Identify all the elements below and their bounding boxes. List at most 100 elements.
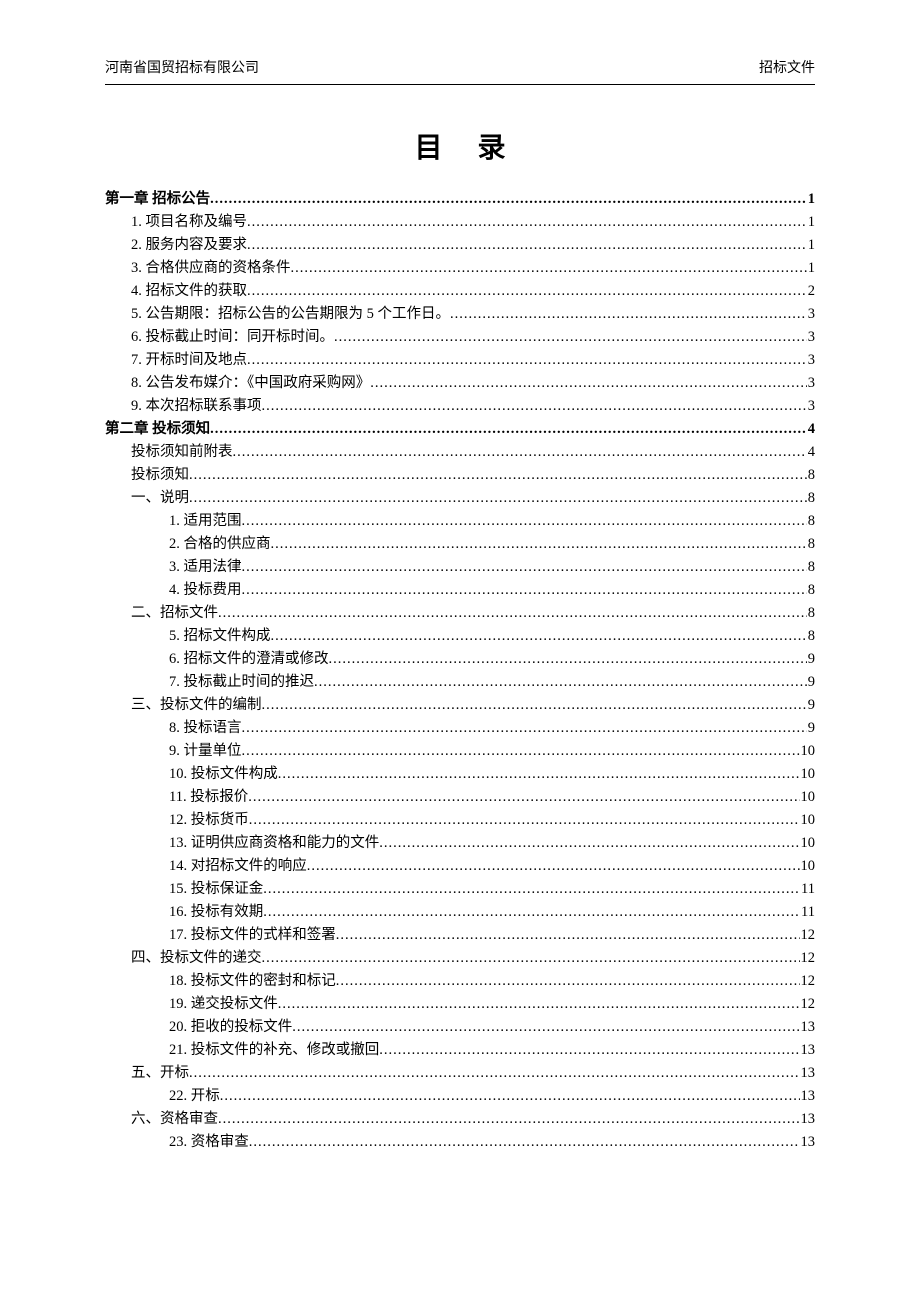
toc-entry[interactable]: 6. 投标截止时间：同开标时间。3: [105, 326, 815, 349]
header-right: 招标文件: [759, 58, 815, 80]
toc-leader: [220, 1085, 800, 1108]
toc-entry-label: 7. 开标时间及地点: [131, 349, 247, 372]
toc-entry-page: 12: [800, 993, 816, 1016]
toc-leader: [247, 234, 807, 257]
toc-leader: [210, 188, 807, 211]
toc-leader: [263, 878, 800, 901]
toc-leader: [247, 211, 807, 234]
toc-leader: [247, 349, 807, 372]
toc-entry[interactable]: 四、投标文件的递交 12: [105, 947, 815, 970]
toc-entry-label: 二、招标文件: [131, 602, 218, 625]
toc-entry-page: 10: [800, 832, 816, 855]
toc-leader: [379, 832, 799, 855]
toc-entry[interactable]: 15. 投标保证金11: [105, 878, 815, 901]
toc-entry[interactable]: 16. 投标有效期11: [105, 901, 815, 924]
toc-entry-label: 8. 公告发布媒介：《中国政府采购网》: [131, 372, 370, 395]
toc-entry[interactable]: 17. 投标文件的式样和签署12: [105, 924, 815, 947]
toc-entry-label: 投标须知前附表: [131, 441, 233, 464]
toc-entry-label: 4. 投标费用: [169, 579, 242, 602]
toc-entry[interactable]: 11. 投标报价10: [105, 786, 815, 809]
toc-entry-page: 10: [800, 855, 816, 878]
toc-entry[interactable]: 7. 开标时间及地点3: [105, 349, 815, 372]
toc-entry-page: 13: [800, 1131, 816, 1154]
toc-entry-page: 11: [800, 878, 815, 901]
toc-entry-label: 一、说明: [131, 487, 189, 510]
toc-leader: [370, 372, 807, 395]
toc-entry-label: 13. 证明供应商资格和能力的文件: [169, 832, 379, 855]
toc-entry[interactable]: 23. 资格审查13: [105, 1131, 815, 1154]
toc-entry-label: 22. 开标: [169, 1085, 220, 1108]
toc-entry[interactable]: 第二章 投标须知4: [105, 418, 815, 441]
toc-entry[interactable]: 10. 投标文件构成10: [105, 763, 815, 786]
toc-entry-page: 13: [800, 1085, 816, 1108]
toc-entry[interactable]: 6. 招标文件的澄清或修改9: [105, 648, 815, 671]
toc-entry[interactable]: 5. 招标文件构成 8: [105, 625, 815, 648]
toc-leader: [336, 970, 800, 993]
toc-entry[interactable]: 21. 投标文件的补充、修改或撤回13: [105, 1039, 815, 1062]
toc-entry-label: 21. 投标文件的补充、修改或撤回: [169, 1039, 379, 1062]
toc-entry[interactable]: 二、招标文件8: [105, 602, 815, 625]
toc-leader: [292, 1016, 799, 1039]
toc-entry[interactable]: 一、说明8: [105, 487, 815, 510]
toc-entry[interactable]: 13. 证明供应商资格和能力的文件 10: [105, 832, 815, 855]
toc-entry-page: 8: [807, 510, 815, 533]
toc-entry-page: 2: [807, 280, 815, 303]
toc-entry-label: 5. 公告期限：招标公告的公告期限为 5 个工作日。: [131, 303, 450, 326]
toc-entry[interactable]: 14. 对招标文件的响应10: [105, 855, 815, 878]
toc-entry-page: 12: [800, 924, 816, 947]
toc-entry-label: 12. 投标货币: [169, 809, 249, 832]
page-header: 河南省国贸招标有限公司 招标文件: [105, 58, 815, 85]
toc-entry[interactable]: 20. 拒收的投标文件13: [105, 1016, 815, 1039]
toc-entry[interactable]: 4. 招标文件的获取2: [105, 280, 815, 303]
toc-entry-page: 12: [800, 947, 816, 970]
toc-entry-page: 8: [807, 464, 815, 487]
toc-leader: [450, 303, 807, 326]
toc-entry[interactable]: 3. 合格供应商的资格条件1: [105, 257, 815, 280]
toc-entry-page: 8: [807, 625, 815, 648]
toc-entry[interactable]: 三、投标文件的编制9: [105, 694, 815, 717]
toc-entry[interactable]: 8. 公告发布媒介：《中国政府采购网》3: [105, 372, 815, 395]
toc-entry[interactable]: 4. 投标费用8: [105, 579, 815, 602]
toc-entry[interactable]: 五、开标13: [105, 1062, 815, 1085]
toc-entry-label: 1. 项目名称及编号: [131, 211, 247, 234]
toc-entry-label: 6. 招标文件的澄清或修改: [169, 648, 329, 671]
toc-entry-label: 6. 投标截止时间：同开标时间。: [131, 326, 334, 349]
toc-entry-page: 13: [800, 1108, 816, 1131]
toc-entry[interactable]: 18. 投标文件的密封和标记12: [105, 970, 815, 993]
toc-entry-label: 四、投标文件的递交: [131, 947, 262, 970]
toc-entry[interactable]: 9. 本次招标联系事项3: [105, 395, 815, 418]
toc-entry-label: 第一章 招标公告: [105, 188, 210, 211]
toc-entry[interactable]: 六、资格审查13: [105, 1108, 815, 1131]
toc-entry[interactable]: 5. 公告期限：招标公告的公告期限为 5 个工作日。 3: [105, 303, 815, 326]
toc-entry-page: 13: [800, 1016, 816, 1039]
toc-entry[interactable]: 1. 项目名称及编号1: [105, 211, 815, 234]
toc-entry[interactable]: 3. 适用法律8: [105, 556, 815, 579]
toc-entry[interactable]: 8. 投标语言9: [105, 717, 815, 740]
toc-entry-label: 7. 投标截止时间的推迟: [169, 671, 314, 694]
toc-entry-label: 三、投标文件的编制: [131, 694, 262, 717]
toc-leader: [249, 809, 800, 832]
toc-entry-page: 10: [800, 763, 816, 786]
toc-entry[interactable]: 2. 服务内容及要求1: [105, 234, 815, 257]
toc-leader: [278, 993, 800, 1016]
toc-entry[interactable]: 22. 开标 13: [105, 1085, 815, 1108]
toc-entry-page: 4: [807, 441, 815, 464]
toc-entry[interactable]: 7. 投标截止时间的推迟9: [105, 671, 815, 694]
toc-entry[interactable]: 9. 计量单位10: [105, 740, 815, 763]
toc-entry[interactable]: 1. 适用范围8: [105, 510, 815, 533]
toc-entry[interactable]: 19. 递交投标文件12: [105, 993, 815, 1016]
toc-leader: [242, 740, 800, 763]
toc-entry-page: 3: [807, 303, 815, 326]
toc-entry[interactable]: 12. 投标货币10: [105, 809, 815, 832]
toc-entry-label: 第二章 投标须知: [105, 418, 210, 441]
toc-entry[interactable]: 投标须知前附表 4: [105, 441, 815, 464]
toc-leader: [189, 487, 807, 510]
toc-leader: [242, 556, 807, 579]
toc-leader: [218, 602, 807, 625]
header-left: 河南省国贸招标有限公司: [105, 58, 259, 80]
toc-entry[interactable]: 2. 合格的供应商8: [105, 533, 815, 556]
toc-leader: [278, 763, 800, 786]
toc-entry-label: 5. 招标文件构成: [169, 625, 271, 648]
toc-entry[interactable]: 投标须知8: [105, 464, 815, 487]
toc-entry[interactable]: 第一章 招标公告1: [105, 188, 815, 211]
